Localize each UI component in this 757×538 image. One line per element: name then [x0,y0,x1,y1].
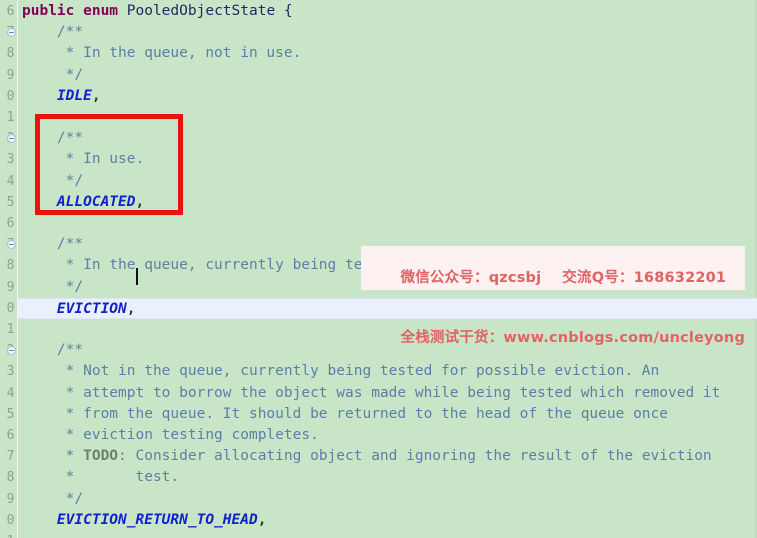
code-token-cmt: * from the queue. It should be returned … [22,405,669,422]
code-token-cmt: */ [22,490,84,507]
code-line[interactable]: * from the queue. It should be returned … [18,404,757,425]
line-number: 1 [0,531,16,538]
code-token-cmt: * test. [22,469,180,486]
code-token-cmt: : Consider allocating object and ignorin… [118,448,712,465]
code-token-enumc: EVICTION [56,300,127,317]
line-number: 4 [6,173,15,189]
watermark-blog-url: 全栈测试干货：www.cnblogs.com/uncleyong [400,330,746,346]
line-number: 3 [6,152,15,168]
code-line[interactable]: * In the queue, not in use. [18,43,757,64]
code-token-punct: , [126,300,136,317]
line-number: 8 [6,470,15,486]
line-number: 8 [6,46,15,62]
code-token-cmt: */ [22,172,84,189]
code-token-cmt: */ [22,278,84,295]
code-line[interactable]: * test. [18,467,757,488]
code-line[interactable]: */ [18,489,757,510]
code-line[interactable]: * attempt to borrow the object was made … [18,383,757,404]
watermark-overlay: 微信公众号：qzcsbj 交流Q号：168632201 全栈测试干货：www.c… [361,246,745,346]
code-token-enumc: IDLE [56,87,92,104]
code-token-cmt: */ [22,66,84,83]
code-token-cmt: * In use. [22,151,145,168]
line-number: 0 [6,512,15,528]
watermark-qq-label: 交流Q号：168632201 [562,270,727,286]
code-editor[interactable]: 678901234567890123456789012 public enum … [0,0,757,538]
code-token-punct: , [91,87,101,104]
line-number: 9 [6,67,15,83]
code-line[interactable]: */ [18,171,757,192]
code-line[interactable]: EVICTION_RETURN_TO_HEAD, [18,510,757,531]
code-token-enumc: ALLOCATED [56,193,136,210]
code-line[interactable] [18,213,757,234]
code-token-cmt: * In the queue, not in use. [22,45,302,62]
code-token-punct: , [135,193,145,210]
text-caret [136,268,138,285]
line-number: 5 [6,406,15,422]
code-line[interactable] [18,531,757,538]
code-token-cmt: /** [22,236,84,253]
code-line[interactable]: /** [18,128,757,149]
line-number: 4 [6,385,15,401]
code-line[interactable]: ALLOCATED, [18,192,757,213]
gutter-separator [17,0,18,538]
line-number: 6 [6,4,15,19]
code-token-cmt [22,512,57,528]
line-number: 7 [6,449,15,465]
code-token-cmt [22,301,57,317]
code-line[interactable]: /** [18,22,757,43]
line-number-gutter[interactable]: 678901234567890123456789012 [0,0,18,538]
line-number: 5 [6,194,15,210]
code-line[interactable]: * TODO: Consider allocating object and i… [18,446,757,467]
code-token-type: PooledObjectState { [126,3,293,19]
line-number: 9 [6,491,15,507]
code-token-cmt: * eviction testing completes. [22,427,319,443]
code-line[interactable]: * In use. [18,149,757,170]
code-token-todo: TODO [83,448,119,465]
code-line[interactable] [18,107,757,128]
code-token-punct: , [257,511,267,528]
line-number: 0 [6,88,15,104]
watermark-line-1: 微信公众号：qzcsbj 交流Q号：168632201 [369,248,739,308]
code-token-cmt: /** [22,130,84,147]
code-token-enumc: EVICTION_RETURN_TO_HEAD [56,511,258,528]
code-token-cmt: /** [22,342,84,359]
line-number: 8 [6,258,15,274]
watermark-wechat-label: 微信公众号：qzcsbj [400,270,542,286]
code-token-kw: enum [83,3,127,19]
watermark-line-2: 全栈测试干货：www.cnblogs.com/uncleyong [369,308,745,368]
line-number: 6 [6,216,15,231]
line-number: 9 [6,279,15,295]
code-token-cmt: * [22,448,84,465]
code-line[interactable]: */ [18,65,757,86]
line-number: 1 [6,110,15,125]
code-token-cmt: /** [22,24,84,41]
code-token-cmt [22,88,57,104]
line-number: 3 [6,364,15,380]
line-number: 6 [6,428,15,443]
code-line[interactable]: * eviction testing completes. [18,425,757,446]
code-line[interactable]: public enum PooledObjectState { [18,1,757,22]
code-token-cmt [22,194,57,210]
line-number: 1 [6,322,15,337]
line-number: 0 [6,300,15,316]
code-line[interactable]: IDLE, [18,86,757,107]
code-token-cmt: * attempt to borrow the object was made … [22,384,721,401]
code-token-kw: public [22,3,84,19]
